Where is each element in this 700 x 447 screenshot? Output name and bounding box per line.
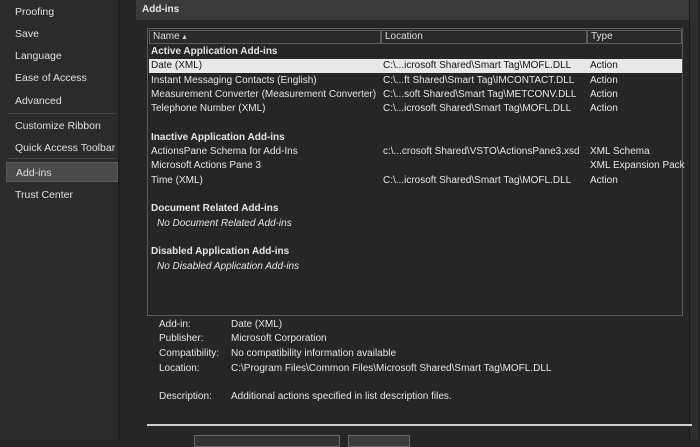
sidebar-separator [8, 158, 116, 159]
item-name: Disabled Application Add-ins [151, 246, 290, 258]
item-location: C:\...soft Shared\Smart Tag\METCONV.DLL [383, 88, 577, 100]
item-type: Action [590, 74, 618, 86]
detail-label: Description: [159, 391, 212, 402]
group-header: Disabled Application Add-ins [149, 245, 682, 259]
sidebar-item-save[interactable]: Save [6, 24, 118, 44]
item-type: Action [590, 174, 618, 186]
item-name: Document Related Add-ins [151, 203, 279, 215]
item-type: Action [590, 103, 618, 115]
item-location: C:\...icrosoft Shared\Smart Tag\MOFL.DLL [383, 103, 572, 115]
detail-value: Microsoft Corporation [231, 333, 327, 344]
sidebar-separator [8, 113, 116, 114]
sidebar-item-language[interactable]: Language [6, 46, 118, 66]
sidebar-item-proofing[interactable]: Proofing [6, 2, 118, 22]
scrollbar[interactable] [689, 0, 697, 440]
manage-dropdown[interactable] [194, 435, 340, 447]
detail-label: Compatibility: [159, 348, 220, 359]
item-type: XML Schema [590, 146, 650, 158]
sidebar-item-add-ins[interactable]: Add-ins [6, 162, 118, 182]
item-name: Telephone Number (XML) [151, 103, 266, 115]
group-header: Inactive Application Add-ins [149, 131, 682, 145]
item-name: ActionsPane Schema for Add-Ins [151, 146, 298, 158]
detail-value: No compatibility information available [231, 348, 397, 359]
sidebar-item-customize-ribbon[interactable]: Customize Ribbon [6, 116, 118, 136]
list-item[interactable]: Microsoft Actions Pane 3 XML Expansion Pa… [149, 159, 685, 173]
item-name: No Document Related Add-ins [157, 217, 292, 229]
column-header-location[interactable]: Location [381, 30, 587, 44]
detail-value: C:\Program Files\Common Files\Microsoft … [231, 363, 552, 374]
group-header: Document Related Add-ins [149, 202, 682, 216]
sidebar-item-ease-of-access[interactable]: Ease of Access [6, 68, 118, 88]
options-sidebar: Proofing Save Language Ease of Access Advanc… [0, 0, 120, 440]
item-name: No Disabled Application Add-ins [157, 260, 300, 272]
item-name: Active Application Add-ins [151, 46, 278, 57]
item-type: Action [590, 60, 618, 72]
item-location: c:\...crosoft Shared\VSTO\ActionsPane3.x… [383, 146, 580, 158]
list-item[interactable]: Date (XML) C:\...icrosoft Shared\Smart Ta… [149, 59, 682, 74]
list-item: No Disabled Application Add-ins [149, 260, 682, 274]
section-header: Add-ins [136, 0, 691, 20]
detail-label: Publisher: [159, 333, 204, 344]
list-item[interactable]: Time (XML) C:\...icrosoft Shared\Smart Ta… [149, 174, 682, 188]
sidebar-item-quick-access-toolbar[interactable]: Quick Access Toolbar [6, 138, 118, 158]
detail-label: Location: [159, 363, 200, 374]
go-button[interactable] [348, 435, 410, 447]
add-ins-list[interactable]: Name ▴ Location Type Active Application … [147, 28, 685, 316]
column-header-type[interactable]: Type [587, 30, 682, 44]
list-item: No Document Related Add-ins [149, 217, 682, 231]
detail-value: Additional actions specified in list des… [231, 391, 452, 402]
item-location: C:\...icrosoft Shared\Smart Tag\MOFL.DLL [383, 174, 572, 186]
list-item[interactable]: ActionsPane Schema for Add-Ins c:\...cros… [149, 145, 682, 159]
detail-label: Add-in: [159, 319, 191, 330]
item-location: C:\...icrosoft Shared\Smart Tag\MOFL.DLL [383, 60, 572, 72]
item-type: XML Expansion Pack [590, 160, 685, 172]
item-name: Microsoft Actions Pane 3 [151, 160, 262, 172]
sort-ascending-icon: ▴ [182, 32, 187, 41]
item-type: Action [590, 88, 618, 100]
sidebar-item-trust-center[interactable]: Trust Center [6, 185, 118, 205]
item-name: Time (XML) [151, 174, 203, 186]
list-item[interactable]: Telephone Number (XML) C:\...icrosoft Sha… [149, 102, 682, 116]
item-location: C:\...ft Shared\Smart Tag\IMCONTACT.DLL [383, 74, 575, 86]
item-name: Date (XML) [151, 60, 203, 72]
column-name-label: Name [153, 31, 180, 42]
divider [147, 424, 692, 426]
list-item[interactable]: Instant Messaging Contacts (English) C:\.… [149, 74, 682, 88]
item-name: Measurement Converter (Measurement Conve… [151, 88, 377, 100]
item-name: Inactive Application Add-ins [151, 131, 285, 143]
column-header-name[interactable]: Name ▴ [149, 30, 381, 44]
item-name: Instant Messaging Contacts (English) [151, 74, 317, 86]
group-header: Active Application Add-ins [149, 45, 682, 59]
detail-value: Date (XML) [231, 319, 283, 330]
list-item[interactable]: Measurement Converter (Measurement Conve… [149, 88, 682, 102]
sidebar-item-advanced[interactable]: Advanced [6, 91, 118, 111]
